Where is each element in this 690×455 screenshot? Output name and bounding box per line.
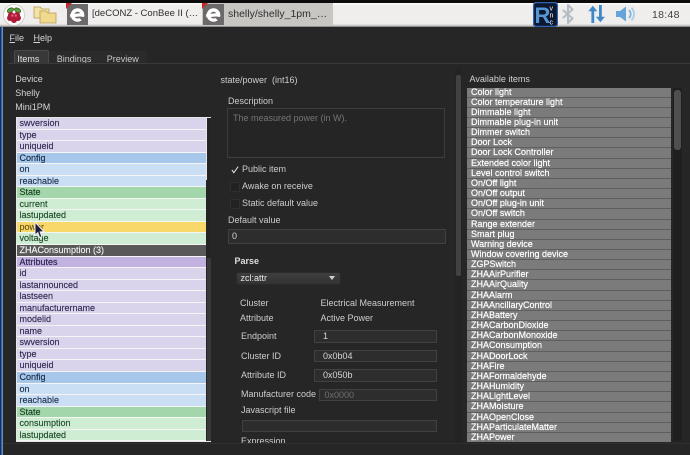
svg-text:c: c: [550, 20, 554, 27]
svg-text:v: v: [550, 6, 554, 13]
svg-text:n: n: [550, 13, 554, 20]
svg-text:R: R: [535, 3, 551, 27]
